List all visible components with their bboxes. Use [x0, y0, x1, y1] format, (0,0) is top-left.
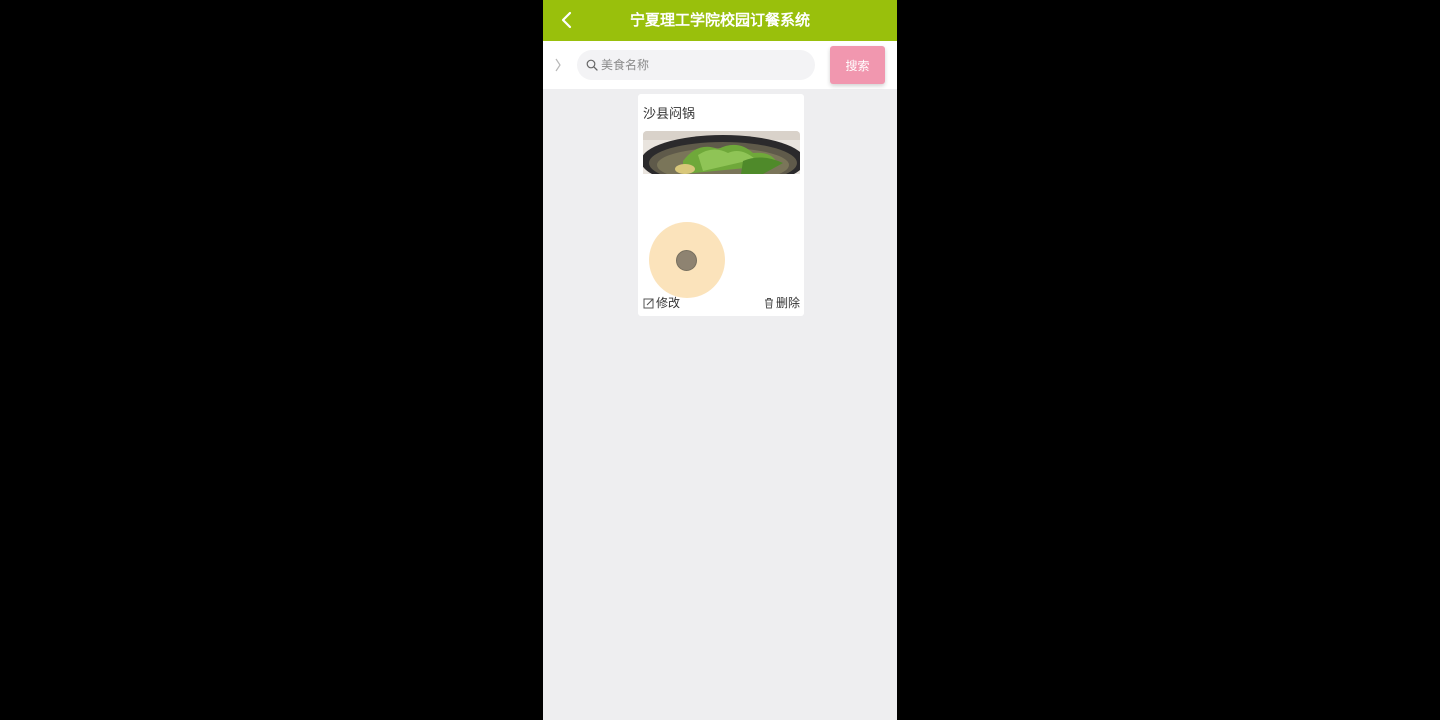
card-actions: 修改 删除 [643, 294, 800, 310]
search-input[interactable] [601, 50, 806, 80]
delete-label: 删除 [775, 296, 800, 310]
touch-indicator [649, 222, 725, 298]
search-button[interactable]: 搜索 [830, 46, 885, 84]
edit-button[interactable]: 修改 [643, 294, 680, 311]
chevron-right-icon [555, 58, 561, 72]
trash-icon [764, 297, 773, 308]
expand-button[interactable] [552, 56, 564, 74]
food-image[interactable] [643, 131, 800, 174]
back-arrow-icon [561, 11, 572, 29]
edit-label: 修改 [656, 296, 681, 310]
food-photo [643, 131, 800, 174]
back-button[interactable] [551, 6, 581, 34]
touch-indicator-dot [676, 250, 697, 271]
search-icon [586, 59, 598, 71]
food-card[interactable]: 沙县闷锅 修改 删除 [638, 94, 804, 316]
food-name: 沙县闷锅 [643, 107, 696, 122]
app-screen: 宁夏理工学院校园订餐系统 搜索 沙县闷锅 [543, 0, 897, 720]
header-bar: 宁夏理工学院校园订餐系统 [543, 0, 897, 41]
page-title: 宁夏理工学院校园订餐系统 [629, 11, 810, 29]
search-bar: 搜索 [543, 41, 897, 89]
search-field [577, 50, 815, 80]
delete-button[interactable]: 删除 [763, 294, 800, 311]
edit-icon [643, 298, 654, 308]
